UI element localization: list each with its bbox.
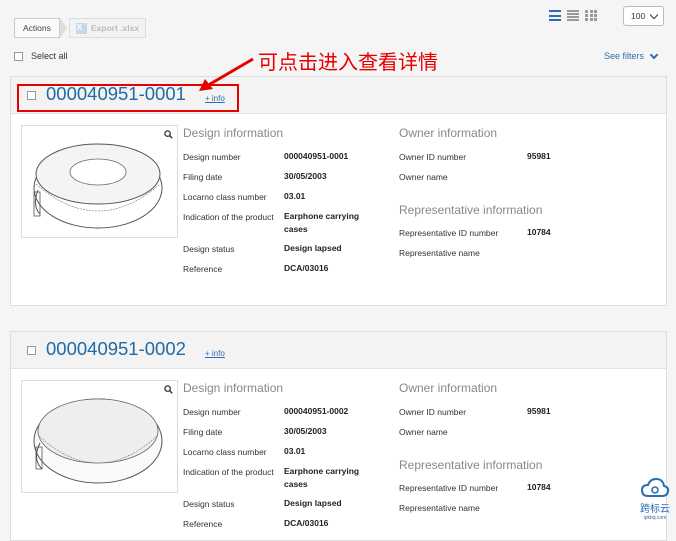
reference-label: Reference: [183, 264, 223, 274]
product-value: Earphone carrying cases: [284, 211, 360, 234]
owner-name-label: Owner name: [399, 172, 448, 182]
watermark-logo: 跨标云 ipkbq.com: [636, 477, 674, 521]
export-xlsx-button[interactable]: Export .xlsx: [68, 18, 147, 38]
view-switcher: [549, 10, 597, 21]
chevron-down-icon: [649, 50, 659, 59]
rep-id-label: Representative ID number: [399, 483, 499, 493]
owner-info-title: Owner information: [399, 381, 498, 395]
select-all[interactable]: Select all: [14, 51, 68, 61]
product-label: Indication of the product: [183, 212, 274, 222]
locarno-label: Locarno class number: [183, 192, 267, 202]
status-label: Design status: [183, 244, 235, 254]
owner-id-value: 95981: [527, 151, 551, 161]
design-number-value: 000040951-0002: [284, 406, 349, 416]
result-checkbox[interactable]: [27, 346, 36, 355]
cloud-logo-icon: [640, 477, 670, 497]
annotation-arrow: [199, 57, 254, 91]
owner-name-label: Owner name: [399, 427, 448, 437]
design-thumbnail[interactable]: [21, 380, 178, 493]
result-card-header: 000040951-0002 + info: [11, 332, 666, 369]
select-all-checkbox[interactable]: [14, 51, 23, 61]
status-value: Design lapsed: [284, 498, 342, 508]
filing-date-label: Filing date: [183, 427, 223, 437]
annotation-text: 可点击进入查看详情: [258, 50, 438, 74]
rep-id-value: 10784: [527, 227, 551, 237]
earphone-case-drawing: [33, 398, 163, 484]
actions-caret: [59, 18, 67, 38]
design-info-title: Design information: [183, 381, 284, 395]
status-label: Design status: [183, 499, 235, 509]
rep-info-title: Representative information: [399, 458, 543, 472]
locarno-label: Locarno class number: [183, 447, 267, 457]
result-card: 000040951-0002 + info Design information…: [10, 331, 667, 541]
owner-id-value: 95981: [527, 406, 551, 416]
product-label: Indication of the product: [183, 467, 274, 477]
product-value: Earphone carrying cases: [284, 466, 360, 489]
rep-name-label: Representative name: [399, 503, 480, 513]
design-info-title: Design information: [183, 126, 284, 140]
excel-icon: [75, 22, 87, 34]
design-number-link[interactable]: 000040951-0002: [46, 338, 186, 360]
locarno-value: 03.01: [284, 191, 306, 201]
watermark-name: 跨标云: [640, 504, 670, 515]
watermark-url: ipkbq.com: [643, 515, 667, 521]
actions-button[interactable]: Actions: [14, 18, 60, 38]
list-view-icon[interactable]: [549, 10, 561, 21]
grid-view-icon[interactable]: [585, 10, 597, 21]
design-thumbnail[interactable]: [21, 125, 178, 238]
earphone-case-drawing: [33, 143, 163, 229]
select-all-label: Select all: [31, 51, 68, 61]
filing-date-value: 30/05/2003: [284, 426, 327, 436]
owner-info-title: Owner information: [399, 126, 498, 140]
owner-id-label: Owner ID number: [399, 407, 467, 417]
per-page-value: 100: [631, 11, 646, 21]
reference-value: DCA/03016: [284, 263, 329, 273]
status-value: Design lapsed: [284, 243, 342, 253]
per-page-select[interactable]: 100: [623, 6, 664, 26]
filing-date-value: 30/05/2003: [284, 171, 327, 181]
chevron-down-icon: [649, 10, 659, 20]
owner-id-label: Owner ID number: [399, 152, 467, 162]
rep-id-label: Representative ID number: [399, 228, 499, 238]
filing-date-label: Filing date: [183, 172, 223, 182]
more-info-link[interactable]: + info: [205, 349, 225, 358]
zoom-icon[interactable]: [164, 385, 173, 394]
rep-name-label: Representative name: [399, 248, 480, 258]
rep-id-value: 10784: [527, 482, 551, 492]
compact-list-view-icon[interactable]: [567, 10, 579, 21]
design-number-value: 000040951-0001: [284, 151, 349, 161]
see-filters-link[interactable]: See filters: [604, 50, 659, 61]
export-label: Export .xlsx: [90, 23, 140, 33]
zoom-icon[interactable]: [164, 130, 173, 139]
see-filters-label: See filters: [604, 51, 645, 61]
reference-value: DCA/03016: [284, 518, 329, 528]
design-number-label: Design number: [183, 407, 241, 417]
results-toolbar: Actions Export .xlsx: [14, 18, 147, 38]
design-number-label: Design number: [183, 152, 241, 162]
rep-info-title: Representative information: [399, 203, 543, 217]
locarno-value: 03.01: [284, 446, 306, 456]
reference-label: Reference: [183, 519, 223, 529]
